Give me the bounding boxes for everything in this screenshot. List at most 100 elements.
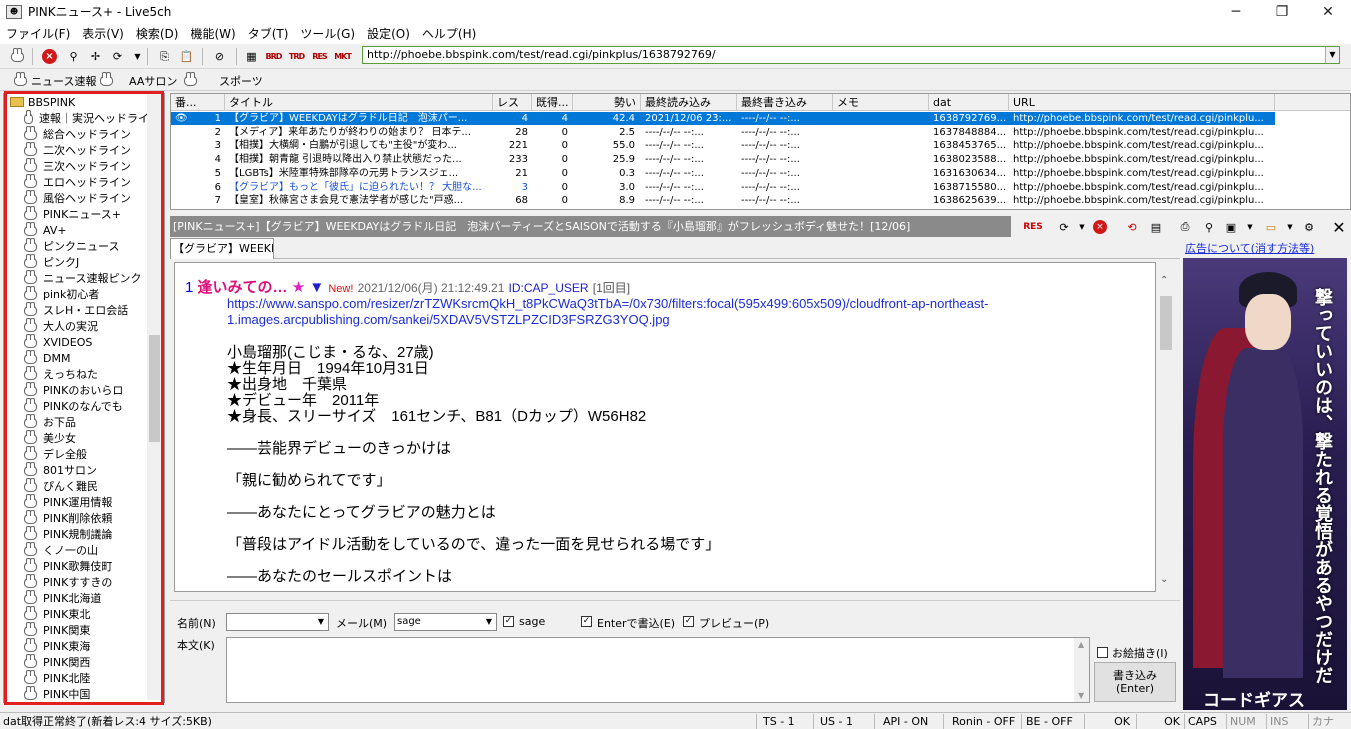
tree-item[interactable]: PINK運用情報 [4, 494, 149, 510]
tree-item[interactable]: 二次ヘッドライン [4, 142, 149, 158]
tree-item[interactable]: AV+ [4, 222, 149, 238]
tree-item[interactable]: スレH・エロ会話 [4, 302, 149, 318]
brd-icon[interactable]: BRD [264, 47, 283, 66]
res-id[interactable]: ID:CAP_USER [509, 281, 589, 295]
tree-item[interactable]: 総合ヘッドライン [4, 126, 149, 142]
preview-checkbox[interactable]: ✓ [683, 616, 694, 627]
tree-item[interactable]: pink初心者 [4, 286, 149, 302]
res-link[interactable]: https://www.sanspo.com/resizer/zrTZWKsrc… [227, 296, 988, 311]
menu-tab[interactable]: タブ(T) [242, 25, 295, 42]
menu-settings[interactable]: 設定(O) [361, 25, 416, 42]
chevron-down-icon[interactable]: ▼ [1073, 218, 1091, 236]
chevron-down-icon[interactable]: ▼ [1281, 218, 1299, 236]
chevron-up-icon[interactable]: ⌃ [1160, 275, 1168, 286]
tree-item[interactable]: PINK歌舞伎町 [4, 558, 149, 574]
tree-item[interactable]: PINKのおいらロ [4, 382, 149, 398]
tree-item[interactable]: ピンクJ [4, 254, 149, 270]
tree-item[interactable]: お下品 [4, 414, 149, 430]
col-res[interactable]: レス [493, 94, 532, 111]
mkt-icon[interactable]: MKT [333, 47, 352, 66]
tree-item[interactable]: PINKすすきの [4, 574, 149, 590]
stop-icon[interactable]: × [42, 49, 57, 64]
star-icon[interactable]: ★ [292, 279, 305, 296]
menu-view[interactable]: 表示(V) [76, 25, 130, 42]
tree-item[interactable]: PINK削除依頼 [4, 510, 149, 526]
col-title[interactable]: タイトル [225, 94, 493, 111]
thread-view[interactable]: 1 逢いみての… ★ ▼ New! 2021/12/06(月) 21:12:49… [174, 262, 1156, 592]
chevron-down-icon[interactable]: ▼ [128, 47, 147, 66]
copy-icon[interactable]: ⎘ [155, 47, 174, 66]
oekaki-checkbox[interactable] [1097, 647, 1108, 658]
tree-item[interactable]: 風俗ヘッドライン [4, 190, 149, 206]
tree-item[interactable]: ピンクニュース [4, 238, 149, 254]
enter-submit-checkbox[interactable]: ✓ [581, 616, 592, 627]
tree-item[interactable]: 美少女 [4, 430, 149, 446]
bunny-icon[interactable] [8, 47, 27, 66]
table-row[interactable]: 5 【LGBTs】米陸軍特殊部隊卒の元男トランスジェ... 21 0 0.3 ----/-… [171, 167, 1275, 180]
maximize-button[interactable]: ❐ [1259, 0, 1305, 23]
tree-item[interactable]: ぴんく難民 [4, 478, 149, 494]
triangle-down-icon[interactable]: ▼ [309, 279, 324, 296]
menu-file[interactable]: ファイル(F) [0, 25, 76, 42]
tree-item[interactable]: 801サロン [4, 462, 149, 478]
chevron-down-icon[interactable]: ▼ [1078, 691, 1084, 700]
name-combo[interactable]: ▼ [226, 613, 329, 631]
ad-info-link[interactable]: 広告について(消す方法等) [1185, 240, 1325, 256]
res-icon[interactable]: RES [310, 47, 329, 66]
thread-scrollbar-thumb[interactable] [1160, 296, 1172, 350]
tree-item[interactable]: デレ全般 [4, 446, 149, 462]
tree-item[interactable]: PINK東海 [4, 638, 149, 654]
body-scrollbar[interactable]: ▲ ▼ [1074, 638, 1089, 702]
tree-item[interactable]: DMM [4, 350, 149, 366]
fav-news[interactable]: ニュース速報 [14, 72, 96, 89]
table-row[interactable]: 👁 1 【グラビア】WEEKDAYはグラドル日記 泡沫パー... 4 4 42.4 2021… [171, 112, 1275, 125]
submit-button[interactable]: 書き込み (Enter) [1094, 662, 1176, 702]
tree-item[interactable]: PINKのなんでも [4, 398, 149, 414]
tree-item[interactable]: PINK中国 [4, 686, 149, 702]
tree-item[interactable]: PINK北海道 [4, 590, 149, 606]
tree-item[interactable]: PINK北陸 [4, 670, 149, 686]
tree-item[interactable]: ニュース速報ピンク [4, 270, 149, 286]
save-icon[interactable]: ▣ [1222, 218, 1240, 236]
body-textarea[interactable] [226, 637, 1090, 703]
col-num[interactable]: 番... [171, 94, 225, 111]
menu-help[interactable]: ヘルプ(H) [416, 25, 482, 42]
paste-icon[interactable]: 📋 [177, 47, 196, 66]
col-last-read[interactable]: 最終読み込み [641, 94, 737, 111]
sage-checkbox[interactable]: ✓ [503, 616, 514, 627]
chevron-up-icon[interactable]: ▲ [1078, 640, 1084, 649]
tree-item[interactable]: 大人の実況 [4, 318, 149, 334]
chevron-down-icon[interactable]: ▼ [1241, 218, 1259, 236]
document-icon[interactable]: ▤ [1147, 218, 1165, 236]
board-icon[interactable]: ▦ [242, 47, 261, 66]
folder-icon[interactable]: ▭ [1262, 218, 1280, 236]
close-icon[interactable]: ✕ [1330, 218, 1348, 237]
tree-item[interactable]: PINKニュース+ [4, 206, 149, 222]
reload-icon[interactable]: ⟲ [1123, 218, 1141, 236]
wand-icon[interactable]: ⚲ [64, 47, 83, 66]
tree-item[interactable]: PINK規制議論 [4, 526, 149, 542]
col-memo[interactable]: メモ [833, 94, 929, 111]
mail-combo[interactable]: sage ▼ [394, 613, 497, 631]
chevron-down-icon[interactable]: ▼ [1325, 47, 1339, 63]
table-row[interactable]: 6 【グラビア】もっと「彼氏」に迫られたい！？ 大胆な... 3 0 3.0 ----/-… [171, 181, 1275, 194]
no-entry-icon[interactable]: ⊘ [210, 47, 229, 66]
col-got[interactable]: 既得... [532, 94, 573, 111]
menu-tools[interactable]: ツール(G) [294, 25, 361, 42]
close-button[interactable]: ✕ [1305, 0, 1351, 23]
thread-list[interactable]: 番... タイトル レス 既得... 勢い 最終読み込み 最終書き込み メモ d… [170, 93, 1351, 210]
res-number[interactable]: 1 [185, 279, 193, 296]
res-link[interactable]: 1.images.arcpublishing.com/sankei/5XDAV5… [227, 312, 670, 327]
col-dat[interactable]: dat [929, 94, 1009, 111]
col-last-write[interactable]: 最終書き込み [737, 94, 833, 111]
minimize-button[interactable]: ─ [1213, 0, 1259, 23]
tree-item[interactable]: 速報｜実況ヘッドライ [4, 110, 149, 126]
wand-icon[interactable]: ⚲ [1200, 218, 1218, 236]
stop-icon[interactable]: × [1093, 220, 1107, 234]
print-icon[interactable]: ⎙ [1176, 218, 1194, 236]
tree-item[interactable]: くノ一の山 [4, 542, 149, 558]
tree-scrollbar-thumb[interactable] [149, 335, 160, 442]
address-bar[interactable]: http://phoebe.bbspink.com/test/read.cgi/… [362, 46, 1340, 64]
tree-item[interactable]: XVIDEOS [4, 334, 149, 350]
refresh-icon[interactable]: ⟳ [1055, 218, 1073, 236]
